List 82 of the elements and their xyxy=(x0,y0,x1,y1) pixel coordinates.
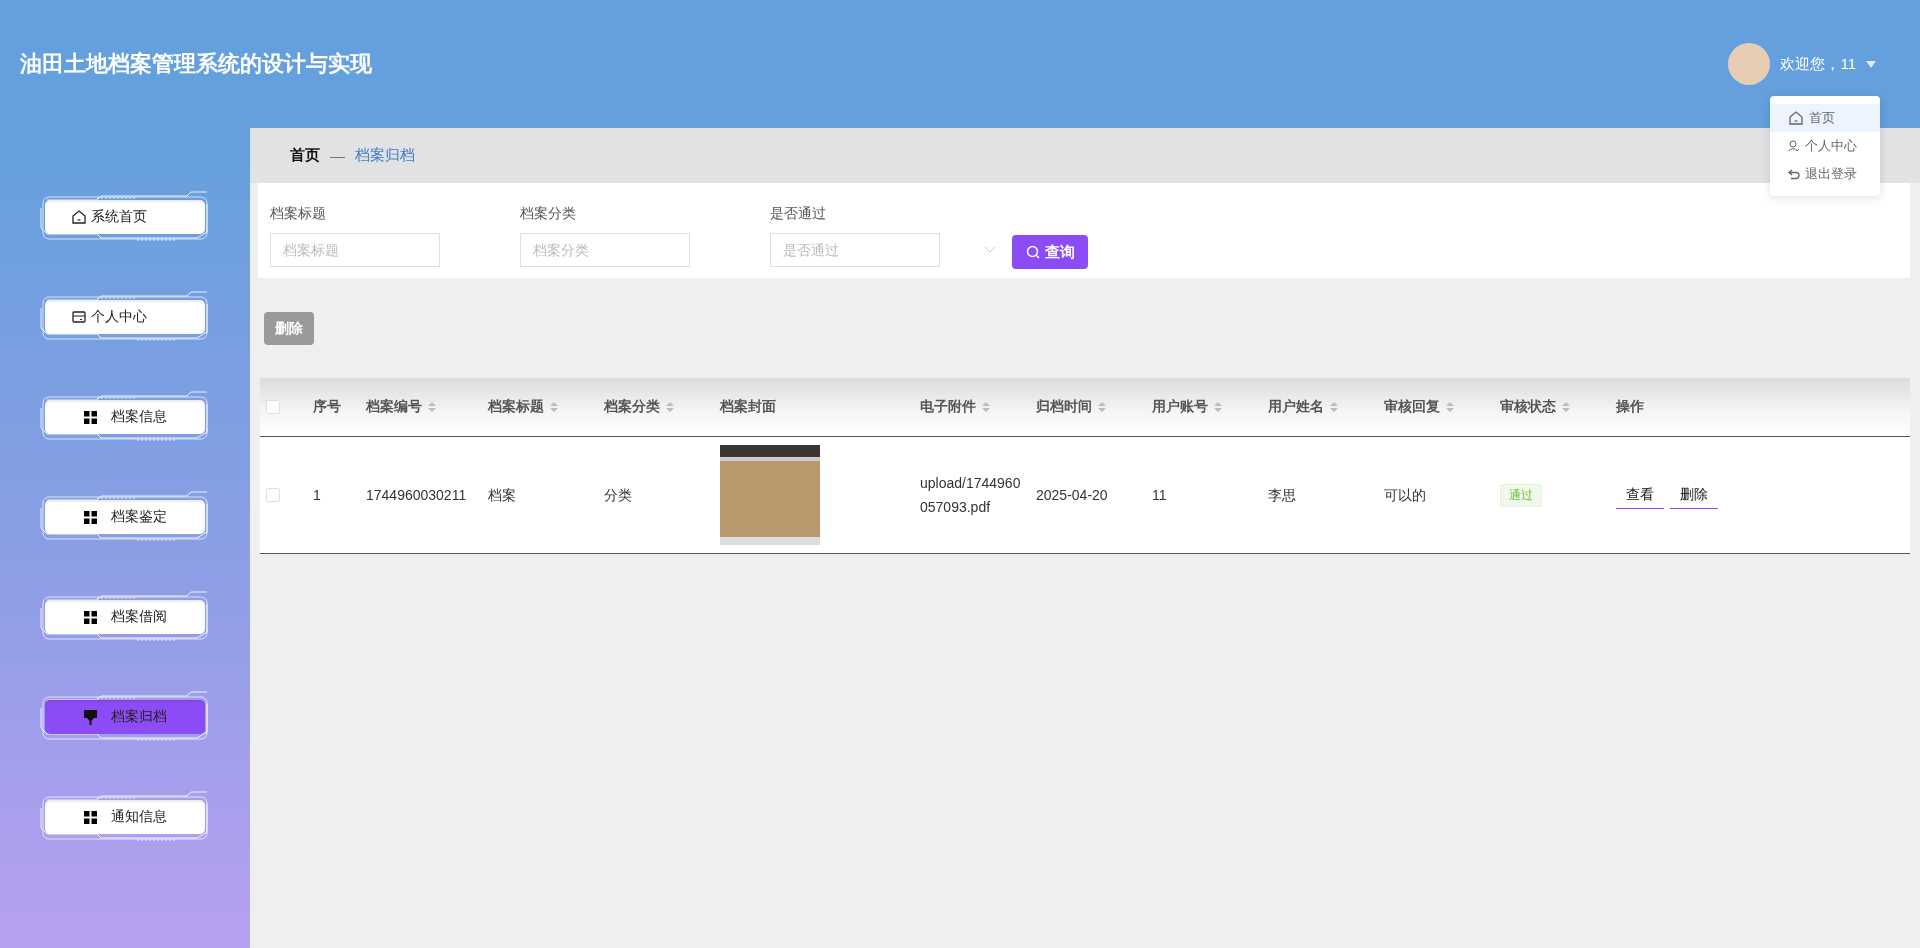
column-header[interactable]: 审核回复 xyxy=(1376,398,1492,416)
table-cell: 1744960030211 xyxy=(366,487,467,503)
caret-icon[interactable] xyxy=(1866,60,1876,68)
grid-icon xyxy=(83,810,97,824)
sidebar-item[interactable]: 档案归档 xyxy=(45,700,205,734)
column-title: 序号 xyxy=(313,398,341,416)
table-cell: upload/1744960 057093.pdf xyxy=(920,475,1021,515)
column-header[interactable]: 档案编号 xyxy=(358,398,480,416)
grid-icon xyxy=(83,410,97,424)
column-title: 审核状态 xyxy=(1500,398,1556,416)
select-field[interactable]: 是否通过 xyxy=(770,233,940,267)
grid-icon xyxy=(83,610,97,624)
chevron-icon[interactable] xyxy=(984,246,996,254)
user-icon xyxy=(1788,140,1800,152)
sort-icon[interactable] xyxy=(1562,401,1570,413)
sort-icon[interactable] xyxy=(1214,401,1222,413)
column-title: 电子附件 xyxy=(920,398,976,416)
return-icon xyxy=(1788,168,1800,180)
dropdown-item[interactable]: 首页 xyxy=(1770,104,1880,132)
sort-icon[interactable] xyxy=(550,401,558,413)
sidebar-item[interactable]: 档案鉴定 xyxy=(45,500,205,534)
table-cell: 可以的 xyxy=(1384,487,1426,503)
filter-label: 是否通过 xyxy=(770,205,827,223)
column-title: 审核回复 xyxy=(1384,398,1440,416)
app-title: 油田土地档案管理系统的设计与实现 xyxy=(20,50,372,78)
column-title: 归档时间 xyxy=(1036,398,1092,416)
sort-icon[interactable] xyxy=(1446,401,1454,413)
grid-icon xyxy=(83,510,97,524)
table-cell: 分类 xyxy=(604,487,632,503)
column-header[interactable]: 电子附件 xyxy=(912,398,1028,416)
sidebar-item[interactable]: 系统首页 xyxy=(45,200,205,234)
column-header[interactable]: 操作 xyxy=(1608,398,1808,416)
column-title: 用户账号 xyxy=(1152,398,1208,416)
checkbox[interactable] xyxy=(266,400,280,414)
column-header[interactable]: 用户账号 xyxy=(1144,398,1260,416)
column-header[interactable]: 归档时间 xyxy=(1028,398,1144,416)
sort-icon[interactable] xyxy=(982,401,990,413)
input-field[interactable]: 档案标题 xyxy=(270,233,440,267)
brush-icon xyxy=(83,709,97,725)
table-cell: 1 xyxy=(313,487,321,503)
column-header[interactable]: 档案标题 xyxy=(480,398,596,416)
dropdown-item[interactable]: 个人中心 xyxy=(1770,132,1880,160)
action-link[interactable]: 删除 xyxy=(1670,481,1718,509)
search-button[interactable]: 查询 xyxy=(1012,235,1088,269)
home-icon xyxy=(71,209,87,225)
column-title: 用户姓名 xyxy=(1268,398,1324,416)
column-header[interactable]: 审核状态 xyxy=(1492,398,1608,416)
breadcrumb-current[interactable]: 档案归档 xyxy=(355,146,415,165)
sort-icon[interactable] xyxy=(666,401,674,413)
sort-icon[interactable] xyxy=(428,401,436,413)
sidebar-item[interactable]: 个人中心 xyxy=(45,300,205,334)
column-header[interactable]: 用户姓名 xyxy=(1260,398,1376,416)
column-header[interactable]: 序号 xyxy=(305,398,358,416)
breadcrumb-separator: — xyxy=(330,147,345,164)
table-cell: 李思 xyxy=(1268,487,1296,503)
column-title: 档案标题 xyxy=(488,398,544,416)
sidebar-item[interactable]: 档案借阅 xyxy=(45,600,205,634)
table-cell: 档案 xyxy=(488,487,516,503)
avatar[interactable] xyxy=(1728,43,1771,85)
action-link[interactable]: 查看 xyxy=(1616,481,1664,509)
column-header[interactable]: 档案封面 xyxy=(712,398,912,416)
sort-icon[interactable] xyxy=(1330,401,1338,413)
dropdown-item[interactable]: 退出登录 xyxy=(1770,160,1880,188)
breadcrumb-link[interactable]: 首页 xyxy=(290,146,320,165)
column-header[interactable]: 档案分类 xyxy=(596,398,712,416)
column-title: 档案编号 xyxy=(366,398,422,416)
sidebar-item[interactable]: 档案信息 xyxy=(45,400,205,434)
home-icon xyxy=(1788,110,1804,126)
column-title: 档案封面 xyxy=(720,398,776,416)
sidebar-item[interactable]: 通知信息 xyxy=(45,800,205,834)
sort-icon[interactable] xyxy=(1098,401,1106,413)
status-tag: 通过 xyxy=(1500,483,1542,507)
column-title: 档案分类 xyxy=(604,398,660,416)
table-cell: 2025-04-20 xyxy=(1036,487,1108,503)
input-field[interactable]: 档案分类 xyxy=(520,233,690,267)
filter-label: 档案分类 xyxy=(520,205,577,223)
search-icon xyxy=(1025,245,1040,259)
card-icon xyxy=(71,309,87,325)
column-title: 操作 xyxy=(1616,398,1644,416)
filter-label: 档案标题 xyxy=(270,205,327,223)
table-cell: 11 xyxy=(1152,487,1167,503)
checkbox[interactable] xyxy=(266,488,280,502)
